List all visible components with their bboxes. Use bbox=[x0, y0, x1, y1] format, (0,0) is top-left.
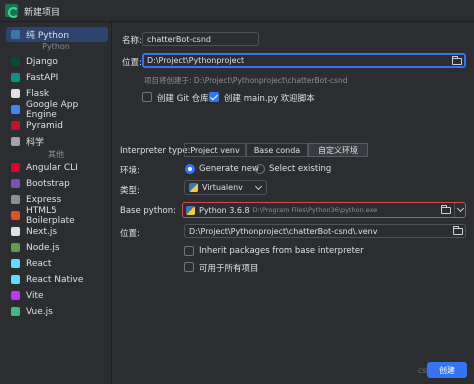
science-icon bbox=[11, 137, 20, 146]
react-native-icon bbox=[11, 275, 20, 284]
location-label: 位置: bbox=[122, 58, 142, 68]
name-input[interactable]: chatterBot-csnd bbox=[142, 32, 259, 46]
sidebar-item-label: Flask bbox=[26, 88, 50, 99]
interpreter-tab-base-conda[interactable]: Base conda bbox=[246, 143, 308, 157]
angular-icon bbox=[11, 163, 20, 172]
sidebar-item-label: Bootstrap bbox=[26, 178, 70, 189]
browse-folder-icon[interactable] bbox=[452, 56, 462, 65]
venv-location-input[interactable]: D:\Project\Pythonproject\chatterBot-csnd… bbox=[184, 224, 466, 238]
react-icon bbox=[11, 259, 20, 268]
base-python-path: D:\Program Files\Python36\python.exe bbox=[252, 206, 378, 214]
sidebar-item-label: Pyramid bbox=[26, 120, 63, 131]
base-python-dropdown[interactable]: Python 3.6.8 D:\Program Files\Python36\p… bbox=[182, 202, 466, 218]
sidebar-item-label: React Native bbox=[26, 274, 84, 285]
sidebar-item-label: Next.js bbox=[26, 226, 58, 237]
python-icon bbox=[186, 205, 195, 215]
title-bar: 新建项目 bbox=[0, 0, 474, 22]
sidebar-item-label: Google App Engine bbox=[26, 99, 79, 120]
environment-label: 环境: bbox=[120, 166, 140, 176]
sidebar-item-label: Vite bbox=[26, 290, 44, 301]
interpreter-type-label: Interpreter type: bbox=[120, 146, 191, 156]
flask-icon bbox=[11, 89, 20, 98]
base-python-version: Python 3.6.8 bbox=[199, 205, 250, 215]
interpreter-tab-custom[interactable]: 自定义环境 bbox=[308, 143, 368, 157]
sidebar-item[interactable]: Pyramid bbox=[6, 118, 108, 133]
create-git-repo-checkbox[interactable] bbox=[142, 92, 152, 102]
sidebar-item[interactable]: FastAPI bbox=[6, 70, 108, 85]
sidebar-item[interactable]: Vue.js bbox=[6, 304, 108, 319]
vite-icon bbox=[11, 291, 20, 300]
interpreter-tab-project-venv[interactable]: Project venv bbox=[184, 143, 246, 157]
name-label: 名称: bbox=[122, 36, 142, 46]
project-type-sidebar: Python 其他 纯 Python Django FastAPI Flask Google… bbox=[0, 22, 112, 384]
python-icon bbox=[11, 30, 20, 39]
django-icon bbox=[11, 57, 20, 66]
sidebar-item[interactable]: Django bbox=[6, 54, 108, 69]
sidebar-item[interactable]: 科学 bbox=[6, 134, 108, 149]
window-title: 新建项目 bbox=[24, 8, 61, 18]
available-all-projects-checkbox[interactable] bbox=[184, 262, 194, 272]
env-type-value: Virtualenv bbox=[202, 183, 243, 192]
dropdown-divider bbox=[454, 203, 455, 217]
location-hint: 项目将创建于: D:\Project\Pythonproject\chatter… bbox=[144, 76, 348, 85]
sidebar-item-label: Angular CLI bbox=[26, 162, 78, 173]
location-input[interactable]: D:\Project\Pythonproject bbox=[142, 53, 466, 68]
sidebar-item-label: 纯 Python bbox=[26, 31, 70, 41]
generate-new-radio[interactable] bbox=[185, 164, 195, 174]
create-git-repo-label: 创建 Git 仓库 bbox=[157, 94, 209, 104]
sidebar-item-label: 科学 bbox=[26, 138, 45, 148]
sidebar-item[interactable]: React bbox=[6, 256, 108, 271]
env-type-dropdown[interactable]: Virtualenv bbox=[184, 180, 267, 195]
chevron-down-icon bbox=[456, 204, 465, 213]
venv-location-label: 位置: bbox=[120, 229, 140, 239]
sidebar-item-label: FastAPI bbox=[26, 72, 59, 83]
sidebar-item-label: Vue.js bbox=[26, 306, 53, 317]
create-button[interactable]: 创建 bbox=[427, 362, 467, 378]
other-group-header: 其他 bbox=[48, 150, 64, 159]
sidebar-item-label: Node.js bbox=[26, 242, 60, 253]
create-main-py-label: 创建 main.py 欢迎脚本 bbox=[224, 94, 315, 104]
python-icon bbox=[189, 183, 198, 192]
inherit-packages-checkbox[interactable] bbox=[184, 246, 194, 256]
sidebar-item[interactable]: Google App Engine bbox=[6, 99, 108, 120]
create-main-py-checkbox[interactable] bbox=[209, 92, 219, 102]
nodejs-icon bbox=[11, 243, 20, 252]
type-label: 类型: bbox=[120, 186, 140, 196]
pyramid-icon bbox=[11, 121, 20, 130]
sidebar-item-label: Express bbox=[26, 194, 62, 205]
generate-new-label: Generate new bbox=[199, 164, 259, 174]
select-existing-radio[interactable] bbox=[255, 164, 265, 174]
sidebar-item-label: React bbox=[26, 258, 52, 269]
location-value: D:\Project\Pythonproject bbox=[147, 56, 245, 65]
sidebar-item[interactable]: Vite bbox=[6, 288, 108, 303]
browse-folder-icon[interactable] bbox=[441, 205, 451, 214]
sidebar-item[interactable]: HTML5 Boilerplate bbox=[6, 205, 108, 226]
pycharm-logo-icon bbox=[5, 4, 19, 18]
chevron-down-icon bbox=[254, 182, 263, 191]
python-group-header: Python bbox=[42, 42, 70, 51]
google-app-engine-icon bbox=[11, 105, 20, 114]
select-existing-label: Select existing bbox=[269, 164, 332, 174]
sidebar-item[interactable]: Bootstrap bbox=[6, 176, 108, 191]
html5-icon bbox=[11, 211, 20, 220]
sidebar-item[interactable]: Next.js bbox=[6, 224, 108, 239]
project-settings-panel: 名称: chatterBot-csnd 位置: D:\Project\Pytho… bbox=[112, 22, 474, 384]
sidebar-item[interactable]: Node.js bbox=[6, 240, 108, 255]
fastapi-icon bbox=[11, 73, 20, 82]
sidebar-item-label: Django bbox=[26, 56, 58, 67]
sidebar-item-label: HTML5 Boilerplate bbox=[26, 205, 75, 226]
sidebar-item[interactable]: Angular CLI bbox=[6, 160, 108, 175]
browse-folder-icon[interactable] bbox=[453, 226, 463, 235]
vue-icon bbox=[11, 307, 20, 316]
inherit-packages-label: Inherit packages from base interpreter bbox=[199, 246, 364, 256]
bootstrap-icon bbox=[11, 179, 20, 188]
base-python-label: Base python: bbox=[120, 206, 176, 216]
sidebar-item[interactable]: 纯 Python bbox=[6, 27, 108, 42]
express-icon bbox=[11, 195, 20, 204]
nextjs-icon bbox=[11, 227, 20, 236]
available-all-projects-label: 可用于所有项目 bbox=[199, 264, 259, 274]
sidebar-item[interactable]: React Native bbox=[6, 272, 108, 287]
